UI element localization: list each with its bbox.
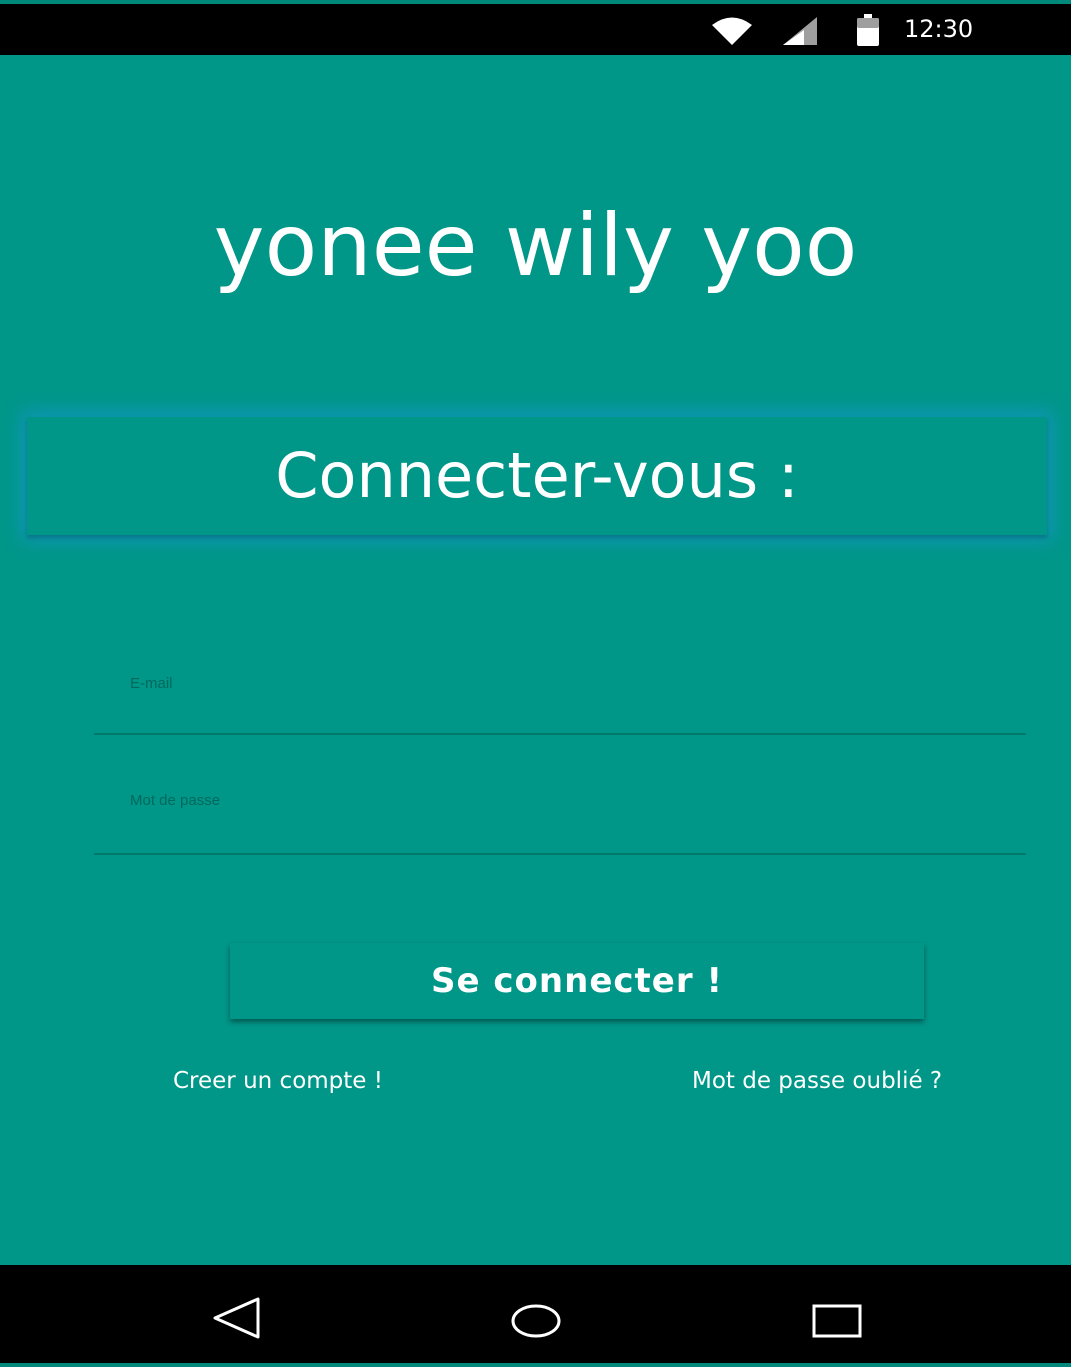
battery-icon: [857, 14, 879, 46]
app-title: yonee wily yoo: [213, 196, 858, 296]
bottom-accent-strip: [0, 1363, 1071, 1367]
password-field-container: [94, 782, 1026, 855]
status-time: 12:30: [904, 15, 974, 43]
email-field-container: [94, 664, 1026, 735]
status-bar: 12:30: [0, 4, 1071, 55]
login-header: Connecter-vous :: [27, 417, 1047, 535]
home-icon[interactable]: [510, 1303, 562, 1339]
signal-icon: [783, 17, 817, 45]
create-account-link[interactable]: Creer un compte !: [173, 1066, 383, 1096]
login-button[interactable]: Se connecter !: [230, 943, 924, 1019]
forgot-password-link[interactable]: Mot de passe oublié ?: [692, 1066, 942, 1096]
navigation-bar: [0, 1265, 1071, 1367]
email-field[interactable]: [94, 664, 1026, 735]
wifi-icon: [712, 17, 752, 45]
recent-apps-icon[interactable]: [811, 1303, 863, 1339]
password-field[interactable]: [94, 782, 1026, 855]
login-header-label: Connecter-vous :: [275, 439, 799, 512]
back-icon[interactable]: [212, 1296, 262, 1340]
